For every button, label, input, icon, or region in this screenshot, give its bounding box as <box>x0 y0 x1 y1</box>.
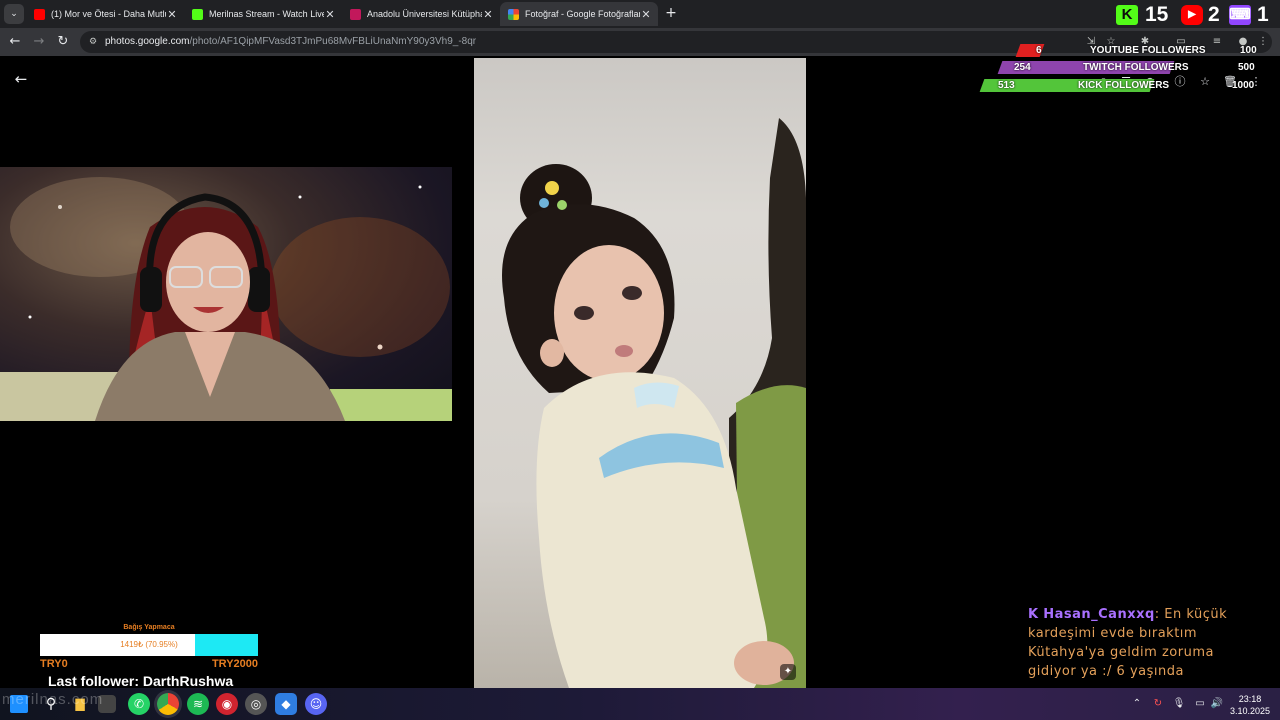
platform-counters: K 15 ▶ 2 ⌨ 1 <box>1112 2 1280 28</box>
photo[interactable]: ✦ <box>474 58 806 688</box>
network-icon[interactable]: ▭ <box>1192 696 1208 712</box>
kick-goal-label: KICK FOLLOWERS <box>1078 80 1170 91</box>
tab-library[interactable]: Anadolu Üniversitesi Kütüphane ✕ <box>342 2 500 26</box>
reload-icon[interactable]: ↻ <box>54 33 72 51</box>
youtube-icon: ▶ <box>1181 5 1203 25</box>
chevron-down-icon: ⌄ <box>10 9 18 19</box>
twitch-count: 1 <box>1257 3 1269 26</box>
kick-count: 15 <box>1145 3 1169 26</box>
discord-icon[interactable]: ☺ <box>305 693 327 715</box>
microphone-icon[interactable]: 🎙 <box>1171 696 1187 712</box>
taskbar: ⚲ ▇ ✆ ≋ ◉ ◎ ◆ ☺ ⌃ ↻ 🎙 ▭ 🔊 23:18 3.10.202… <box>0 688 1280 720</box>
kick-goal-target: 1000 <box>1232 80 1255 91</box>
tab-title: (1) Mor ve Ötesi - Daha Mutlu Olam <box>51 9 166 19</box>
clock[interactable]: 23:18 3.10.2025 <box>1224 693 1276 717</box>
kick-badge-icon: K <box>1028 607 1039 622</box>
chat-username: Hasan_Canxxq <box>1043 607 1155 622</box>
app-red-icon[interactable]: ◉ <box>216 693 238 715</box>
twitch-goal-label: TWITCH FOLLOWERS <box>1083 62 1189 73</box>
webcam-illustration <box>0 177 452 421</box>
youtube-goal-target: 100 <box>1240 45 1257 56</box>
donation-progress-bar: 1419₺ (70.95%) <box>40 634 258 656</box>
close-icon[interactable]: ✕ <box>482 8 494 21</box>
site-info-icon[interactable]: ⚙ <box>86 35 100 49</box>
donation-goal: Bağış Yapmaca 1419₺ (70.95%) TRY0 TRY200… <box>40 624 258 672</box>
whatsapp-icon[interactable]: ✆ <box>128 693 150 715</box>
tab-kick-stream[interactable]: Merilnas Stream - Watch Live on ✕ <box>184 2 342 26</box>
kick-goal-current: 513 <box>998 80 1015 91</box>
twitch-icon: ⌨ <box>1229 5 1251 25</box>
follower-goals: 6 YOUTUBE FOLLOWERS 100 254 TWITCH FOLLO… <box>978 44 1268 94</box>
webcam-feed <box>0 167 452 421</box>
close-icon[interactable]: ✕ <box>324 8 336 21</box>
child-photo-illustration <box>502 118 806 688</box>
forward-icon[interactable]: → <box>30 33 48 51</box>
chevron-up-icon[interactable]: ⌃ <box>1129 696 1145 712</box>
app-blue-icon[interactable]: ◆ <box>275 693 297 715</box>
volume-icon[interactable]: 🔊 <box>1209 696 1225 712</box>
tab-title: Merilnas Stream - Watch Live on <box>209 9 324 19</box>
back-icon[interactable]: ← <box>6 33 24 51</box>
close-icon[interactable]: ✕ <box>166 8 178 21</box>
twitch-goal-current: 254 <box>1014 62 1031 73</box>
new-tab-button[interactable]: + <box>664 5 678 21</box>
sync-icon[interactable]: ↻ <box>1150 696 1166 712</box>
donation-value: 1419₺ (70.95%) <box>120 640 178 649</box>
spotify-icon[interactable]: ≋ <box>187 693 209 715</box>
tab-youtube[interactable]: (1) Mor ve Ötesi - Daha Mutlu Olam ✕ <box>26 2 184 26</box>
screen: ⌄ (1) Mor ve Ötesi - Daha Mutlu Olam ✕ M… <box>0 0 1280 720</box>
kick-icon: K <box>1116 5 1138 25</box>
last-follower: Last follower: DarthRushwa <box>48 673 234 689</box>
tab-title: Anadolu Üniversitesi Kütüphane <box>367 9 482 19</box>
twitch-goal-target: 500 <box>1238 62 1255 73</box>
kick-icon <box>192 8 203 20</box>
tab-search-button[interactable]: ⌄ <box>4 4 24 24</box>
url-text[interactable]: photos.google.com/photo/AF1QipMFVasd3TJm… <box>105 36 476 47</box>
tab-title: Fotoğraf - Google Fotoğraflar <box>525 9 640 19</box>
tab-google-photos[interactable]: Fotoğraf - Google Fotoğraflar ✕ <box>500 2 658 26</box>
youtube-count: 2 <box>1208 3 1220 26</box>
arrow-left-icon[interactable]: ← <box>10 68 32 90</box>
tab-strip: ⌄ (1) Mor ve Ötesi - Daha Mutlu Olam ✕ M… <box>0 0 1280 28</box>
donation-max: TRY2000 <box>211 658 258 670</box>
donation-title: Bağış Yapmaca <box>123 624 175 631</box>
clock-time: 23:18 <box>1238 694 1262 704</box>
magic-edit-icon[interactable]: ✦ <box>780 664 796 680</box>
youtube-goal-label: YOUTUBE FOLLOWERS <box>1090 45 1206 56</box>
donation-min: TRY0 <box>40 658 68 670</box>
google-photos-icon <box>508 8 519 20</box>
youtube-goal-current: 6 <box>1036 45 1042 56</box>
chat-message: K Hasan_Canxxq: En küçük kardeşimi evde … <box>1028 605 1258 681</box>
obs-icon[interactable]: ◎ <box>245 693 267 715</box>
clock-date: 3.10.2025 <box>1229 706 1271 716</box>
close-icon[interactable]: ✕ <box>640 8 652 21</box>
watermark: merilnas.com <box>2 691 104 708</box>
library-icon <box>350 8 361 20</box>
chrome-icon[interactable] <box>157 693 179 715</box>
youtube-icon <box>34 8 45 20</box>
